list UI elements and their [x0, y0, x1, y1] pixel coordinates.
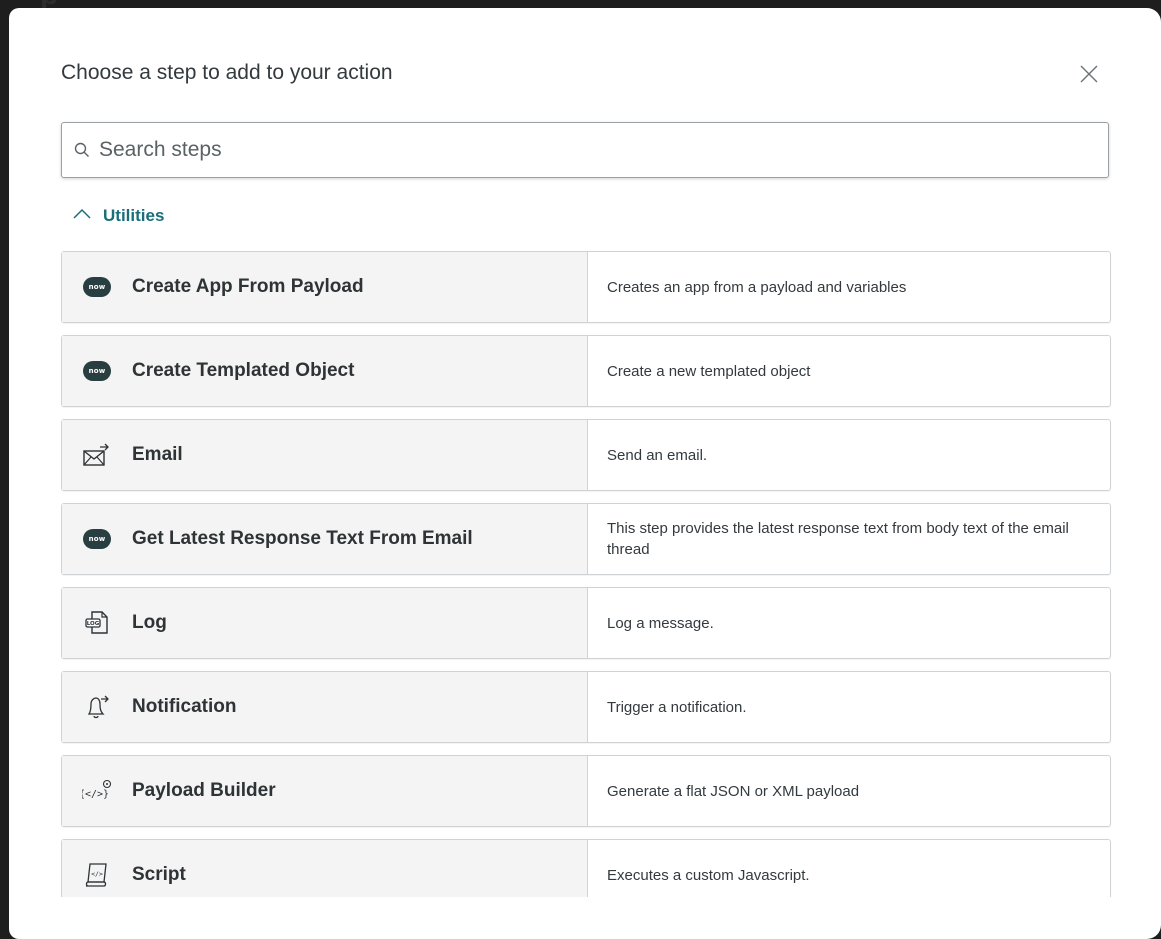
modal-title: Choose a step to add to your action: [61, 61, 393, 84]
step-row-payload-builder[interactable]: {</>} Payload Builder Generate a flat JS…: [61, 755, 1111, 827]
step-name-cell: LOG Log: [62, 588, 588, 658]
add-step-modal: Choose a step to add to your action Util…: [9, 8, 1161, 939]
step-row-get-latest-response-text[interactable]: now Get Latest Response Text From Email …: [61, 503, 1111, 575]
step-name-cell: </> Script: [62, 840, 588, 897]
step-row-script[interactable]: </> Script Executes a custom Javascript.: [61, 839, 1111, 897]
step-description: Log a message.: [607, 614, 714, 632]
step-description: Trigger a notification.: [607, 698, 747, 716]
chevron-up-icon: [73, 207, 91, 225]
modal-header: Choose a step to add to your action: [61, 60, 1121, 100]
payload-builder-icon: {</>}: [82, 776, 112, 806]
section-label: Utilities: [103, 206, 165, 225]
search-box[interactable]: [61, 122, 1109, 178]
step-name: Payload Builder: [132, 780, 276, 801]
step-name: Get Latest Response Text From Email: [132, 528, 473, 549]
step-description: Executes a custom Javascript.: [607, 866, 810, 884]
svg-text:</>: </>: [91, 870, 103, 878]
step-row-notification[interactable]: Notification Trigger a notification.: [61, 671, 1111, 743]
script-icon: </>: [82, 860, 112, 890]
step-name: Notification: [132, 696, 237, 717]
svg-text:{</>}: {</>}: [82, 789, 109, 800]
step-name: Create App From Payload: [132, 276, 364, 297]
step-name: Script: [132, 864, 186, 885]
step-row-email[interactable]: Email Send an email.: [61, 419, 1111, 491]
step-name-cell: {</>} Payload Builder: [62, 756, 588, 826]
svg-text:LOG: LOG: [87, 621, 100, 627]
step-row-create-app-from-payload[interactable]: now Create App From Payload Creates an a…: [61, 251, 1111, 323]
step-description: Send an email.: [607, 446, 708, 464]
step-description: Creates an app from a payload and variab…: [607, 278, 907, 296]
step-description: Generate a flat JSON or XML payload: [607, 782, 860, 800]
step-name-cell: now Create Templated Object: [62, 336, 588, 406]
notification-icon: [82, 692, 112, 722]
close-button[interactable]: [1077, 62, 1101, 86]
now-icon: now: [82, 272, 112, 302]
step-description: This step provides the latest response t…: [607, 520, 1069, 558]
step-name-cell: now Get Latest Response Text From Email: [62, 504, 588, 574]
step-description: Create a new templated object: [607, 362, 811, 380]
now-icon: now: [82, 524, 112, 554]
section-utilities-toggle[interactable]: Utilities: [73, 204, 164, 228]
search-input[interactable]: [97, 129, 1108, 171]
step-list: now Create App From Payload Creates an a…: [61, 251, 1113, 897]
close-icon: [1080, 65, 1098, 83]
email-icon: [82, 440, 112, 470]
step-name-cell: now Create App From Payload: [62, 252, 588, 322]
step-name-cell: Notification: [62, 672, 588, 742]
step-name: Log: [132, 612, 167, 633]
step-row-log[interactable]: LOG Log Log a message.: [61, 587, 1111, 659]
step-name: Create Templated Object: [132, 360, 355, 381]
step-name-cell: Email: [62, 420, 588, 490]
search-icon: [73, 141, 91, 159]
now-icon: now: [82, 356, 112, 386]
step-row-create-templated-object[interactable]: now Create Templated Object Create a new…: [61, 335, 1111, 407]
log-icon: LOG: [82, 608, 112, 638]
step-name: Email: [132, 444, 183, 465]
